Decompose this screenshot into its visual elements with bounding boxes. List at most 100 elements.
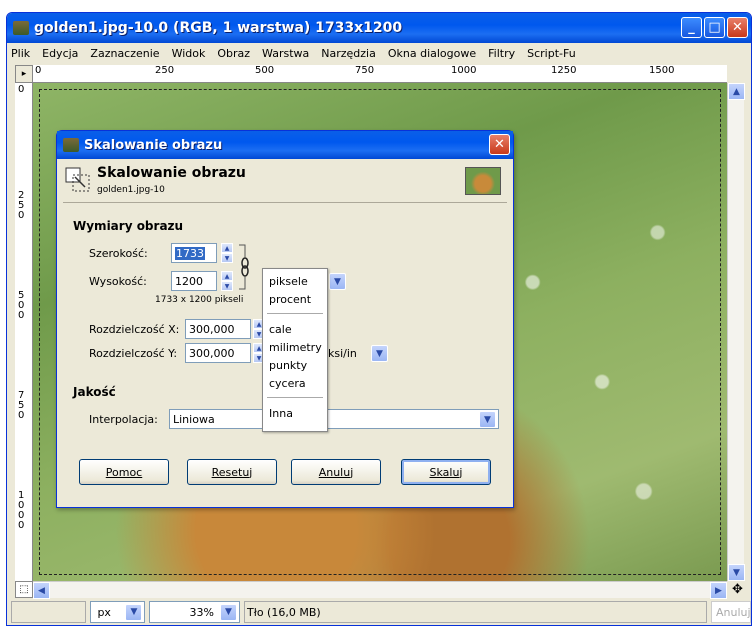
ruler-label: 5 0 0 [18,290,25,321]
help-label: Pomoc [105,465,143,479]
dialog-title: Skalowanie obrazu [84,137,223,153]
width-value: 1733 [175,246,205,260]
unit-select[interactable]: px ▼ [90,601,146,623]
scroll-left-icon[interactable]: ◀ [33,582,50,599]
size-hint: 1733 x 1200 pikseli [155,295,244,305]
ruler-label: 0 [35,65,42,76]
layer-info: Tło (16,0 MB) [243,601,707,623]
unit-option-inna[interactable]: Inna [269,407,293,420]
interpolation-label: Interpolacja: [89,413,158,426]
close-button[interactable]: ✕ [727,17,748,38]
menu-obraz[interactable]: Obraz [217,47,250,60]
chain-link-icon[interactable] [237,243,251,291]
menu-filtry[interactable]: Filtry [488,47,515,60]
cancel-label: Anuluj [318,465,354,479]
menu-widok[interactable]: Widok [172,47,206,60]
unit-option-punkty[interactable]: punkty [269,359,307,372]
resolution-y-value: 300,000 [189,346,235,360]
scale-button[interactable]: Skaluj [401,459,491,485]
cancel-button[interactable]: Anuluj [291,459,381,485]
scroll-up-icon[interactable]: ▲ [728,83,745,100]
width-label: Szerokość: [89,247,148,260]
dialog-header: Skalowanie obrazu golden1.jpg-10 [63,163,507,203]
menu-separator [267,397,323,398]
pointer-coords [11,601,87,623]
chevron-down-icon[interactable]: ▼ [329,273,346,290]
scroll-down-icon[interactable]: ▼ [728,564,745,581]
width-field[interactable]: 1733 [171,243,217,263]
navigate-icon[interactable]: ✥ [729,581,746,598]
help-button[interactable]: Pomoc [79,459,169,485]
menu-okna[interactable]: Okna dialogowe [388,47,476,60]
gimp-icon [63,138,79,152]
unit-value: px [97,605,111,619]
unit-option-cycera[interactable]: cycera [269,377,306,390]
height-value: 1200 [175,274,203,288]
reset-button[interactable]: Resetuj [187,459,277,485]
horizontal-ruler[interactable]: 0 250 500 750 1000 1250 1500 [33,65,727,83]
resolution-x-label: Rozdzielczość X: [89,323,180,336]
ruler-label: 1250 [551,65,577,76]
unit-option-procent[interactable]: procent [269,293,311,306]
resolution-x-field[interactable]: 300,000 [185,319,251,339]
height-field[interactable]: 1200 [171,271,217,291]
height-label: Wysokość: [89,275,147,288]
menu-edycja[interactable]: Edycja [42,47,78,60]
chevron-down-icon[interactable]: ▼ [219,603,237,621]
ruler-label: 1500 [649,65,675,76]
menu-narzedzia[interactable]: Narzędzia [321,47,376,60]
quick-mask-icon[interactable]: ⬚ [15,581,33,598]
gimp-icon [13,21,29,35]
unit-option-milimetry[interactable]: milimetry [269,341,322,354]
dialog-header-subtitle: golden1.jpg-10 [97,185,165,195]
unit-option-piksele[interactable]: piksele [269,275,308,288]
menu-zaznaczenie[interactable]: Zaznaczenie [90,47,159,60]
menu-bar: Plik Edycja Zaznaczenie Widok Obraz Wars… [7,43,751,63]
ruler-label: 1 0 0 0 [18,490,25,531]
menu-separator [267,313,323,314]
quality-heading: Jakość [73,385,116,399]
reset-label: Resetuj [211,465,253,479]
dialog-header-title: Skalowanie obrazu [97,165,246,181]
vertical-scrollbar[interactable]: ▲ ▼ [727,83,745,581]
resolution-unit-value: ksi/in [328,346,357,360]
status-cancel-button[interactable]: Anuluj [711,601,751,623]
scale-label: Skaluj [429,465,463,479]
ruler-label: 500 [255,65,275,76]
width-spinner[interactable]: ▲ ▼ [221,243,233,263]
status-bar: px ▼ 33% ▼ Tło (16,0 MB) Anuluj [7,599,751,625]
chevron-down-icon[interactable]: ▼ [479,411,496,428]
window-title: golden1.jpg-10.0 (RGB, 1 warstwa) 1733x1… [34,20,403,36]
title-bar[interactable]: golden1.jpg-10.0 (RGB, 1 warstwa) 1733x1… [7,13,751,43]
chevron-down-icon[interactable]: ▼ [371,345,388,362]
ruler-label: 2 5 0 [18,190,25,221]
ruler-label: 750 [355,65,375,76]
zoom-select[interactable]: 33% ▼ [149,601,240,623]
unit-option-cale[interactable]: cale [269,323,292,336]
zoom-value: 33% [189,605,214,619]
dialog-close-button[interactable]: ✕ [489,134,510,155]
menu-script-fu[interactable]: Script-Fu [527,47,576,60]
resolution-x-value: 300,000 [189,322,235,336]
maximize-button[interactable]: □ [704,17,725,38]
height-spinner[interactable]: ▲ ▼ [221,271,233,291]
vertical-ruler[interactable]: 0 2 5 0 5 0 0 7 5 0 1 0 0 0 [15,83,33,581]
minimize-button[interactable]: _ [681,17,702,38]
interpolation-select[interactable]: Liniowa [169,409,499,429]
scale-tool-icon [65,167,90,192]
menu-arrow-button[interactable]: ▸ [15,65,33,83]
resolution-y-field[interactable]: 300,000 [185,343,251,363]
unit-dropdown-menu: piksele procent cale milimetry punkty cy… [262,268,328,432]
resolution-y-label: Rozdzielczość Y: [89,347,178,360]
interpolation-value: Liniowa [173,412,215,426]
image-thumbnail [465,167,501,195]
menu-plik[interactable]: Plik [11,47,30,60]
ruler-label: 250 [155,65,175,76]
horizontal-scrollbar[interactable]: ◀ ▶ [33,581,727,599]
chevron-down-icon[interactable]: ▼ [125,603,143,621]
scroll-right-icon[interactable]: ▶ [710,582,727,599]
menu-warstwa[interactable]: Warstwa [262,47,309,60]
ruler-label: 1000 [451,65,477,76]
ruler-label: 7 5 0 [18,390,25,421]
dialog-title-bar[interactable]: Skalowanie obrazu ✕ [57,131,513,159]
